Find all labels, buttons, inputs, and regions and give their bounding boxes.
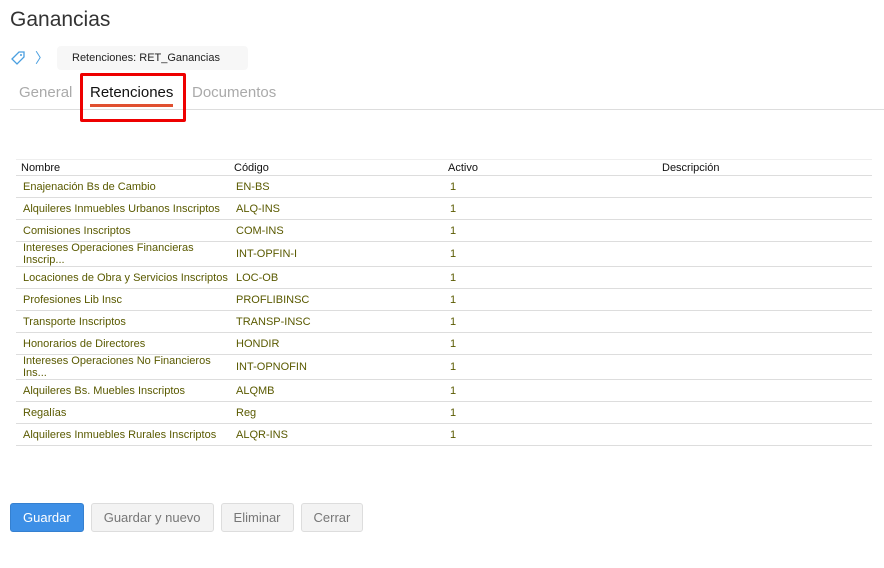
tag-icon [11,51,25,65]
column-header-nombre[interactable]: Nombre [16,159,229,176]
cell-descripcion [657,175,872,198]
table-row[interactable]: Transporte Inscriptos TRANSP-INSC 1 [16,310,872,333]
cell-codigo: COM-INS [229,219,443,242]
table-row[interactable]: Enajenación Bs de Cambio EN-BS 1 [16,175,872,198]
cell-activo: 1 [443,332,657,355]
cell-activo: 1 [443,379,657,402]
cell-nombre: Regalías [16,401,229,424]
cell-activo: 1 [443,175,657,198]
tab-general[interactable]: General [19,84,72,101]
cell-activo: 1 [443,401,657,424]
cell-nombre: Profesiones Lib Insc [16,288,229,311]
cell-codigo: LOC-OB [229,266,443,289]
cell-descripcion [657,354,872,380]
column-header-codigo[interactable]: Código [229,159,443,176]
save-button[interactable]: Guardar [10,503,84,532]
cell-activo: 1 [443,266,657,289]
cell-activo: 1 [443,197,657,220]
cell-nombre: Enajenación Bs de Cambio [16,175,229,198]
cell-descripcion [657,423,872,446]
cell-descripcion [657,241,872,267]
chevron-right-icon: 〉 [35,50,49,66]
cell-activo: 1 [443,288,657,311]
cell-codigo: HONDIR [229,332,443,355]
cell-descripcion [657,401,872,424]
cell-codigo: ALQ-INS [229,197,443,220]
cell-codigo: PROFLIBINSC [229,288,443,311]
cell-activo: 1 [443,423,657,446]
cell-nombre: Honorarios de Directores [16,332,229,355]
table-row[interactable]: Intereses Operaciones No Financieros Ins… [16,354,872,380]
cell-descripcion [657,379,872,402]
cell-nombre: Intereses Operaciones Financieras Inscri… [16,241,229,267]
table-row[interactable]: Alquileres Inmuebles Rurales Inscriptos A… [16,423,872,446]
save-and-new-button[interactable]: Guardar y nuevo [90,503,214,532]
table-row[interactable]: Regalías Reg 1 [16,401,872,424]
tab-documentos[interactable]: Documentos [192,84,276,101]
cell-codigo: EN-BS [229,175,443,198]
cell-descripcion [657,288,872,311]
table-row[interactable]: Honorarios de Directores HONDIR 1 [16,332,872,355]
cell-nombre: Comisiones Inscriptos [16,219,229,242]
cell-descripcion [657,332,872,355]
cell-codigo: ALQR-INS [229,423,443,446]
cell-nombre: Locaciones de Obra y Servicios Inscripto… [16,266,229,289]
cell-descripcion [657,219,872,242]
column-header-descripcion[interactable]: Descripción [657,159,872,176]
table-row[interactable]: Intereses Operaciones Financieras Inscri… [16,241,872,267]
retenciones-table: Nombre Código Activo Descripción Enajena… [16,159,872,446]
cell-descripcion [657,266,872,289]
cell-descripcion [657,197,872,220]
table-row[interactable]: Comisiones Inscriptos COM-INS 1 [16,219,872,242]
cell-codigo: ALQMB [229,379,443,402]
breadcrumb: 〉 Retenciones: RET_Ganancias [10,46,248,70]
highlight-box [80,73,186,122]
cell-activo: 1 [443,354,657,380]
delete-button[interactable]: Eliminar [220,503,294,532]
table-row[interactable]: Alquileres Inmuebles Urbanos Inscriptos A… [16,197,872,220]
cell-nombre: Alquileres Inmuebles Rurales Inscriptos [16,423,229,446]
breadcrumb-current[interactable]: Retenciones: RET_Ganancias [57,46,248,70]
page-title: Ganancias [10,8,111,31]
table-row[interactable]: Locaciones de Obra y Servicios Inscripto… [16,266,872,289]
table-row[interactable]: Alquileres Bs. Muebles Inscriptos ALQMB 1 [16,379,872,402]
cell-nombre: Transporte Inscriptos [16,310,229,333]
cell-codigo: Reg [229,401,443,424]
column-header-activo[interactable]: Activo [443,159,657,176]
cell-codigo: INT-OPNOFIN [229,354,443,380]
cell-activo: 1 [443,310,657,333]
close-button[interactable]: Cerrar [300,503,364,532]
cell-nombre: Intereses Operaciones No Financieros Ins… [16,354,229,380]
cell-activo: 1 [443,241,657,267]
cell-nombre: Alquileres Bs. Muebles Inscriptos [16,379,229,402]
cell-nombre: Alquileres Inmuebles Urbanos Inscriptos [16,197,229,220]
table-row[interactable]: Profesiones Lib Insc PROFLIBINSC 1 [16,288,872,311]
cell-descripcion [657,310,872,333]
cell-codigo: TRANSP-INSC [229,310,443,333]
cell-activo: 1 [443,219,657,242]
cell-codigo: INT-OPFIN-I [229,241,443,267]
